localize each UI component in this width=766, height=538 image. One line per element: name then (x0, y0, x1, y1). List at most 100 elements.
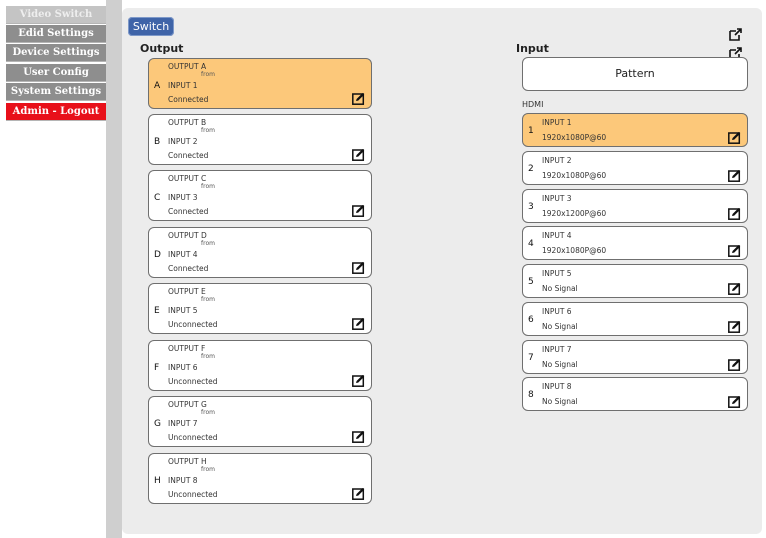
output-status: Connected (168, 264, 209, 273)
output-letter: E (154, 306, 160, 316)
sidebar: Video Switch Edid Settings Device Settin… (0, 0, 108, 538)
edit-icon[interactable] (352, 315, 365, 330)
input-card-6[interactable]: 6 INPUT 6 No Signal (522, 302, 748, 336)
input-number: 7 (528, 353, 534, 363)
edit-icon[interactable] (728, 129, 741, 144)
edit-icon[interactable] (352, 259, 365, 274)
edit-icon[interactable] (728, 205, 741, 220)
from-label: from (201, 296, 215, 303)
sidebar-item-system-settings[interactable]: System Settings (6, 83, 106, 101)
logout-button[interactable]: Admin - Logout (6, 103, 106, 121)
input-name: INPUT 3 (542, 194, 572, 203)
input-number: 1 (528, 126, 534, 136)
edit-icon[interactable] (352, 90, 365, 105)
input-signal: 1920x1080P@60 (542, 246, 607, 255)
output-source: INPUT 1 (168, 81, 198, 90)
from-label: from (201, 353, 215, 360)
output-card-f[interactable]: F OUTPUT Ffrom INPUT 6 Unconnected (148, 340, 372, 391)
output-source: INPUT 7 (168, 419, 198, 428)
output-status: Unconnected (168, 377, 218, 386)
output-letter: F (154, 363, 160, 373)
output-name: OUTPUT C (168, 174, 207, 183)
output-letter: B (154, 137, 161, 147)
input-card-2[interactable]: 2 INPUT 2 1920x1080P@60 (522, 151, 748, 185)
edit-icon[interactable] (728, 167, 741, 182)
input-card-4[interactable]: 4 INPUT 4 1920x1080P@60 (522, 226, 748, 260)
edit-icon[interactable] (352, 485, 365, 500)
sidebar-item-edid-settings[interactable]: Edid Settings (6, 25, 106, 43)
output-name: OUTPUT B (168, 118, 207, 127)
input-name: INPUT 8 (542, 382, 572, 391)
output-status: Connected (168, 151, 209, 160)
pattern-button[interactable]: Pattern (522, 57, 748, 91)
input-signal: 1920x1080P@60 (542, 133, 607, 142)
edit-icon[interactable] (352, 146, 365, 161)
output-source: INPUT 4 (168, 250, 198, 259)
edit-icon[interactable] (352, 202, 365, 217)
output-card-g[interactable]: G OUTPUT Gfrom INPUT 7 Unconnected (148, 396, 372, 447)
input-signal: No Signal (542, 284, 578, 293)
output-status: Connected (168, 207, 209, 216)
output-title: Output (140, 42, 184, 55)
edit-icon[interactable] (352, 372, 365, 387)
output-name: OUTPUT G (168, 400, 207, 409)
from-label: from (201, 127, 215, 134)
output-card-h[interactable]: H OUTPUT Hfrom INPUT 8 Unconnected (148, 453, 372, 504)
output-name: OUTPUT H (168, 457, 207, 466)
input-name: INPUT 4 (542, 231, 572, 240)
input-card-7[interactable]: 7 INPUT 7 No Signal (522, 340, 748, 374)
export-icon[interactable] (729, 26, 742, 41)
input-card-1[interactable]: 1 INPUT 1 1920x1080P@60 (522, 113, 748, 147)
input-signal: No Signal (542, 397, 578, 406)
edit-icon[interactable] (728, 356, 741, 371)
edit-icon[interactable] (352, 428, 365, 443)
output-letter: C (154, 193, 161, 203)
input-signal: No Signal (542, 360, 578, 369)
sidebar-item-user-config[interactable]: User Config (6, 64, 106, 82)
edit-icon[interactable] (728, 393, 741, 408)
from-label: from (201, 409, 215, 416)
input-name: INPUT 1 (542, 118, 572, 127)
sidebar-item-device-settings[interactable]: Device Settings (6, 44, 106, 62)
output-source: INPUT 8 (168, 476, 198, 485)
output-source: INPUT 2 (168, 137, 198, 146)
input-name: INPUT 5 (542, 269, 572, 278)
input-number: 3 (528, 202, 534, 212)
edit-icon[interactable] (728, 318, 741, 333)
from-label: from (201, 183, 215, 190)
from-label: from (201, 240, 215, 247)
edit-icon[interactable] (728, 242, 741, 257)
from-label: from (201, 466, 215, 473)
edit-icon[interactable] (728, 280, 741, 295)
output-card-c[interactable]: C OUTPUT Cfrom INPUT 3 Connected (148, 170, 372, 221)
output-status: Unconnected (168, 320, 218, 329)
input-card-5[interactable]: 5 INPUT 5 No Signal (522, 264, 748, 298)
output-source: INPUT 3 (168, 193, 198, 202)
sidebar-item-video-switch[interactable]: Video Switch (6, 6, 106, 24)
input-name: INPUT 2 (542, 156, 572, 165)
input-card-3[interactable]: 3 INPUT 3 1920x1200P@60 (522, 189, 748, 223)
sidebar-gutter (106, 0, 122, 538)
output-letter: A (154, 81, 161, 91)
output-card-d[interactable]: D OUTPUT Dfrom INPUT 4 Connected (148, 227, 372, 278)
output-source: INPUT 5 (168, 306, 198, 315)
input-card-8[interactable]: 8 INPUT 8 No Signal (522, 377, 748, 411)
tab-switch[interactable]: Switch (128, 17, 174, 36)
hdmi-group-label: HDMI (522, 100, 544, 109)
output-name: OUTPUT F (168, 344, 206, 353)
top-icons (729, 26, 761, 60)
output-status: Connected (168, 95, 209, 104)
output-name: OUTPUT A (168, 62, 207, 71)
input-signal: No Signal (542, 322, 578, 331)
output-letter: D (154, 250, 161, 260)
input-number: 8 (528, 390, 534, 400)
input-number: 4 (528, 239, 534, 249)
input-name: INPUT 6 (542, 307, 572, 316)
output-card-b[interactable]: B OUTPUT Bfrom INPUT 2 Connected (148, 114, 372, 165)
input-signal: 1920x1200P@60 (542, 209, 607, 218)
from-label: from (201, 71, 215, 78)
output-card-e[interactable]: E OUTPUT Efrom INPUT 5 Unconnected (148, 283, 372, 334)
output-card-a[interactable]: A OUTPUT Afrom INPUT 1 Connected (148, 58, 372, 109)
input-title: Input (516, 42, 549, 55)
input-signal: 1920x1080P@60 (542, 171, 607, 180)
